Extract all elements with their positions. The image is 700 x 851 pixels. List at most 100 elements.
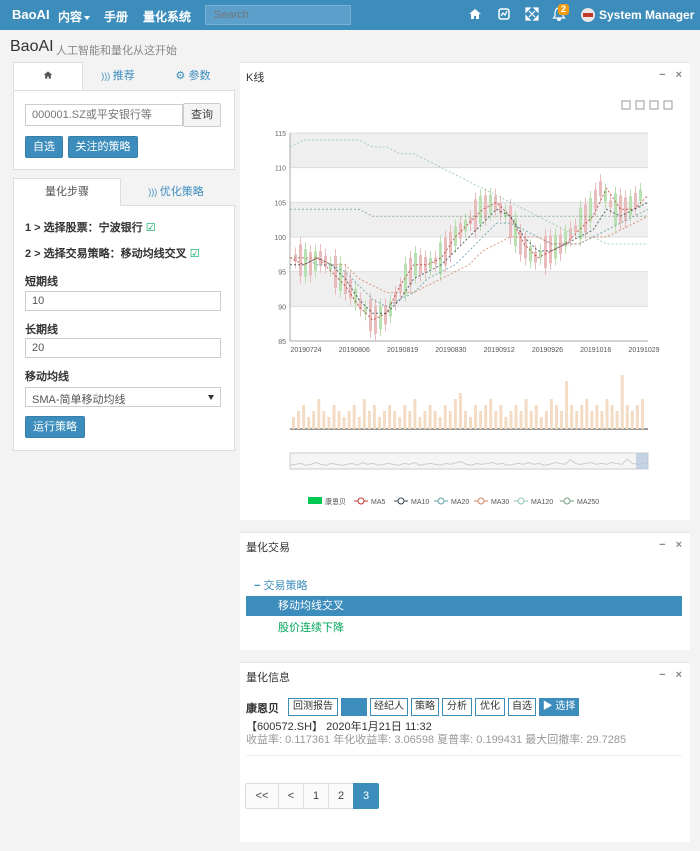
analysis-button[interactable]: 分析 [442, 698, 472, 716]
volume-bar [393, 411, 397, 429]
volume-bar [549, 399, 553, 429]
volume-bar [479, 411, 483, 429]
candle [599, 181, 602, 197]
volume-bar [494, 411, 498, 429]
candle [529, 246, 532, 262]
page-title: BaoAI [10, 38, 54, 55]
y-tick-label: 90 [278, 304, 286, 311]
volume-bar [640, 399, 644, 429]
avatar [581, 8, 595, 22]
page-3[interactable]: 3 [353, 783, 379, 809]
tab-params[interactable]: ⚙ 参数 [153, 62, 233, 90]
stock-name: 康恩贝 [246, 703, 279, 715]
candle [609, 200, 612, 208]
stock-code-input[interactable] [25, 104, 183, 126]
page-2[interactable]: 2 [328, 783, 354, 809]
ma-type-select[interactable]: SMA-简单移动均线 [25, 387, 221, 407]
candle [474, 199, 477, 232]
short-line-input[interactable] [25, 291, 221, 311]
minimize-icon[interactable]: − [659, 539, 665, 551]
close-icon[interactable]: × [676, 539, 682, 551]
expand-icon[interactable] [525, 7, 539, 21]
backtest-report-button[interactable]: 回测报告 [288, 698, 338, 716]
self-select-button[interactable]: 自选 [508, 698, 536, 716]
close-icon[interactable]: × [676, 669, 682, 681]
strategy-item[interactable]: 移动均线交叉 [246, 596, 682, 616]
candle [639, 189, 642, 201]
legend-marker [477, 497, 485, 505]
volume-bar [554, 405, 558, 429]
legend-marker [517, 497, 525, 505]
info-title: 量化信息 [246, 672, 290, 684]
legend-label: MA5 [371, 499, 386, 506]
stock-icon[interactable] [497, 7, 511, 21]
tab-home[interactable] [13, 62, 83, 90]
candle [634, 192, 637, 209]
candle [384, 305, 387, 325]
tree-root-strategies[interactable]: − 交易策略 [254, 577, 307, 593]
legend-label: MA10 [411, 499, 429, 506]
candle [569, 228, 572, 240]
volume-bar [615, 411, 619, 429]
menu-content[interactable]: 内容 [58, 8, 91, 25]
volume-bar [403, 405, 407, 429]
kline-chart[interactable]: 85 90 95 100 105 110 115 20190724 20190806 201908… [240, 63, 690, 521]
highlighted-button[interactable] [341, 698, 367, 716]
select-button[interactable]: ▶ 选择 [539, 698, 579, 716]
search-input[interactable] [205, 5, 351, 25]
y-tick-label: 85 [278, 339, 286, 346]
long-line-input[interactable] [25, 338, 221, 358]
volume-bar [544, 411, 548, 429]
user-menu[interactable]: System Manager [581, 8, 694, 22]
page-prev[interactable]: < [278, 783, 304, 809]
volume-bar [630, 411, 634, 429]
volume-bar [297, 411, 301, 429]
optimize-button[interactable]: 优化 [475, 698, 505, 716]
candle [484, 195, 487, 219]
query-button[interactable]: 查询 [183, 103, 221, 127]
minimize-icon[interactable]: − [659, 669, 665, 681]
stock-search-panel [13, 90, 235, 170]
volume-bar [560, 411, 564, 429]
candle [594, 189, 597, 210]
volume-bar [443, 405, 447, 429]
candle [379, 305, 382, 330]
candle [554, 234, 557, 259]
volume-bar [377, 417, 381, 429]
self-select-button[interactable]: 自选 [25, 136, 63, 158]
strategy-button[interactable]: 策略 [411, 698, 439, 716]
brand-logo[interactable]: BaoAI [12, 7, 50, 22]
y-tick-label: 95 [278, 270, 286, 277]
divider [246, 755, 682, 756]
volume-bar [307, 417, 311, 429]
broker-button[interactable]: 经纪人 [370, 698, 408, 716]
volume-bar [388, 405, 392, 429]
volume-bar [575, 411, 579, 429]
box-tools: − × [649, 669, 682, 681]
page-subtitle: 人工智能和量化从这开始 [56, 45, 177, 57]
home-icon[interactable] [468, 7, 482, 21]
legend-label: MA20 [451, 499, 469, 506]
followed-strategy-button[interactable]: 关注的策略 [68, 136, 138, 158]
volume-bar [408, 411, 412, 429]
menu-quant-system[interactable]: 量化系统 [143, 8, 191, 25]
volume-bar [367, 411, 371, 429]
rss-icon: ))) [101, 71, 113, 81]
strategy-item[interactable]: 股价连续下降 [246, 618, 682, 638]
candle [309, 252, 312, 276]
page-1[interactable]: 1 [303, 783, 329, 809]
volume-bar [357, 417, 361, 429]
run-strategy-button[interactable]: 运行策略 [25, 416, 85, 438]
candle [564, 231, 567, 247]
volume-bar [438, 417, 442, 429]
menu-manual[interactable]: 手册 [104, 8, 128, 25]
tab-quant-steps[interactable]: 量化步骤 [13, 178, 121, 206]
page-first[interactable]: << [245, 783, 279, 809]
check-icon: ☑ [189, 248, 200, 260]
x-tick-label: 20191016 [580, 347, 611, 354]
volume-bar [453, 399, 457, 429]
volume-bar [332, 405, 336, 429]
volume-bar [509, 411, 513, 429]
tab-optimize-strategy[interactable]: ))) 优化策略 [121, 178, 231, 206]
tab-recommend[interactable]: ))) 推荐 [83, 62, 153, 90]
